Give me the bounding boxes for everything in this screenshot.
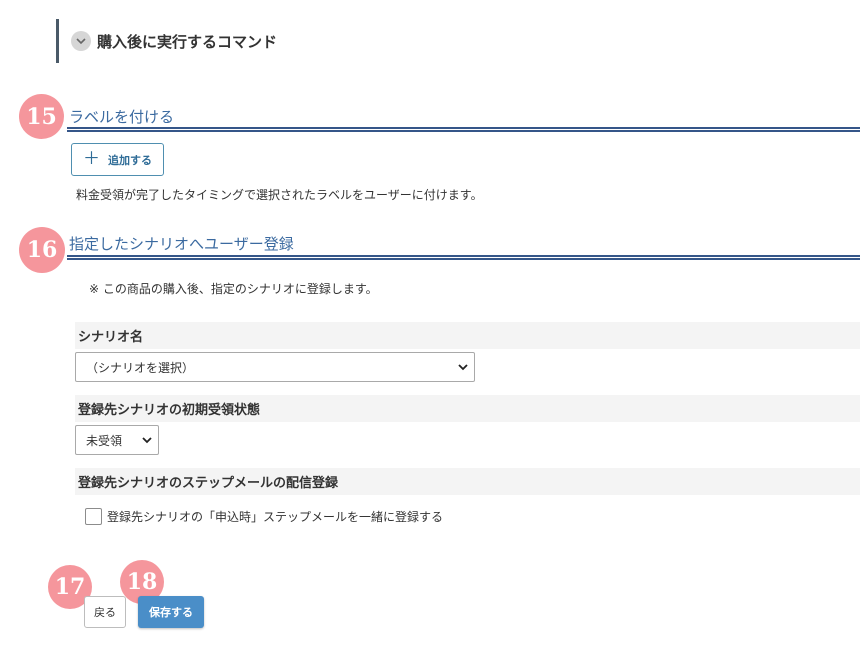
add-button-label: 追加する xyxy=(108,153,152,167)
back-button[interactable]: 戻る xyxy=(84,596,126,628)
scenario-note: ※ この商品の購入後、指定のシナリオに登録します。 xyxy=(89,282,378,296)
chevron-down-icon xyxy=(142,436,152,443)
label-section-title: ラベルを付ける xyxy=(69,108,175,126)
chevron-down-icon xyxy=(458,363,468,370)
label-description: 料金受領が完了したタイミングで選択されたラベルをユーザーに付けます。 xyxy=(76,188,483,202)
post-purchase-command-header[interactable]: 購入後に実行するコマンド xyxy=(56,19,356,63)
step-badge-16: 16 xyxy=(19,227,65,273)
scenario-select[interactable]: （シナリオを選択） xyxy=(75,352,475,382)
plus-icon: ＋ xyxy=(83,149,100,169)
initial-status-value: 未受領 xyxy=(86,433,123,448)
scenario-select-value: （シナリオを選択） xyxy=(86,360,195,375)
step-mail-checkbox[interactable] xyxy=(85,507,102,525)
initial-status-select[interactable]: 未受領 xyxy=(75,425,159,455)
save-button[interactable]: 保存する xyxy=(138,596,204,628)
step-mail-option[interactable]: 登録先シナリオの「申込時」ステップメールを一緒に登録する xyxy=(85,506,443,526)
scenario-name-label: シナリオ名 xyxy=(75,322,860,349)
scenario-section-title: 指定したシナリオへユーザー登録 xyxy=(69,235,294,253)
step-mail-label: 登録先シナリオのステップメールの配信登録 xyxy=(75,468,860,495)
step-badge-15: 15 xyxy=(19,94,64,139)
add-label-button[interactable]: ＋ 追加する xyxy=(71,143,164,176)
command-section-title: 購入後に実行するコマンド xyxy=(97,32,278,51)
section-divider xyxy=(67,255,860,260)
initial-status-label: 登録先シナリオの初期受領状態 xyxy=(75,395,860,422)
section-divider xyxy=(67,127,860,132)
step-mail-checkbox-label[interactable]: 登録先シナリオの「申込時」ステップメールを一緒に登録する xyxy=(107,508,443,525)
chevron-down-icon[interactable] xyxy=(71,31,91,51)
